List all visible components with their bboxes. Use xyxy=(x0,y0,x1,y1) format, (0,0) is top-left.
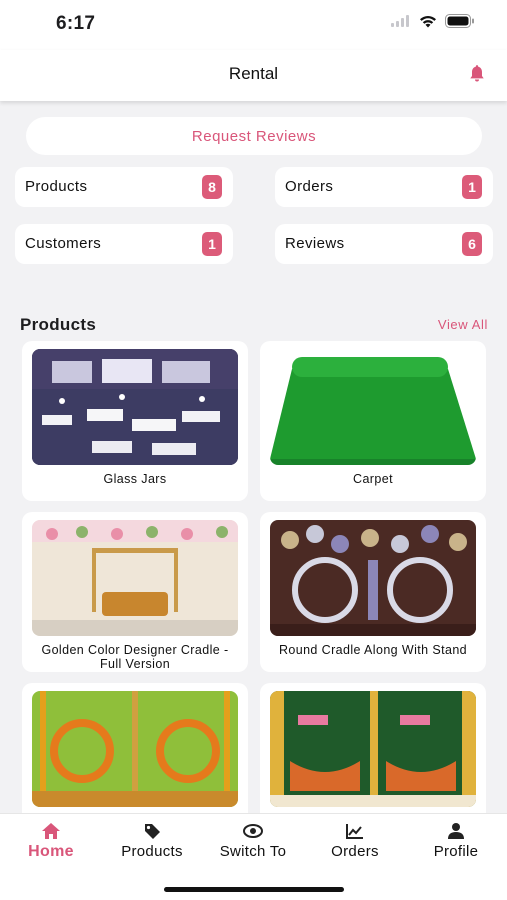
status-time: 6:17 xyxy=(56,13,96,34)
bell-icon[interactable] xyxy=(467,64,487,84)
tab-orders[interactable]: Orders xyxy=(305,822,405,870)
tab-profile[interactable]: Profile xyxy=(406,822,506,870)
tag-icon xyxy=(145,824,160,839)
tab-label: Products xyxy=(121,843,183,860)
product-image xyxy=(270,520,476,636)
product-image xyxy=(270,691,476,807)
status-bar: 6:17 xyxy=(0,0,507,50)
product-image xyxy=(32,349,238,465)
section-title: Products xyxy=(20,315,97,334)
chart-icon xyxy=(346,824,363,839)
battery-icon xyxy=(445,14,474,28)
request-reviews-label: Request Reviews xyxy=(191,127,317,145)
product-image xyxy=(32,520,238,636)
tab-switch-to[interactable]: Switch To xyxy=(203,822,303,870)
products-section-header: Products View All xyxy=(20,313,488,335)
product-card[interactable] xyxy=(22,683,248,813)
tab-label: Profile xyxy=(433,843,479,860)
stat-card-customers[interactable]: Customers 1 xyxy=(15,224,233,264)
stat-label: Reviews xyxy=(285,235,345,252)
app-header: Rental xyxy=(0,50,507,101)
product-name: Round Cradle Along With Stand xyxy=(278,643,468,657)
product-card[interactable]: Golden Color Designer Cradle - Full Vers… xyxy=(22,512,248,672)
stat-card-orders[interactable]: Orders 1 xyxy=(275,167,493,207)
stat-label: Products xyxy=(25,178,88,195)
tab-label: Orders xyxy=(331,843,379,860)
product-card[interactable]: Carpet xyxy=(260,341,486,501)
page-title: Rental xyxy=(228,64,279,83)
product-name: Golden Color Designer Cradle - Full Vers… xyxy=(41,643,229,671)
user-icon xyxy=(448,823,464,839)
count-badge: 1 xyxy=(462,175,482,199)
view-all-link[interactable]: View All xyxy=(438,317,488,332)
home-indicator xyxy=(164,887,344,892)
request-reviews-button[interactable]: Request Reviews xyxy=(26,117,482,155)
count-badge: 8 xyxy=(202,175,222,199)
home-icon xyxy=(42,823,60,839)
product-image xyxy=(32,691,238,807)
tab-label: Home xyxy=(28,843,74,860)
product-name: Carpet xyxy=(353,472,393,486)
stat-label: Orders xyxy=(285,178,334,195)
product-card[interactable] xyxy=(260,683,486,813)
wifi-icon xyxy=(420,15,436,27)
stat-card-reviews[interactable]: Reviews 6 xyxy=(275,224,493,264)
tab-products[interactable]: Products xyxy=(102,822,202,870)
product-grid: Glass Jars Carpet Golden Color Designer … xyxy=(22,341,486,813)
product-card[interactable]: Glass Jars xyxy=(22,341,248,501)
signal-icon xyxy=(391,15,409,27)
stat-card-products[interactable]: Products 8 xyxy=(15,167,233,207)
count-badge: 6 xyxy=(462,232,482,256)
status-icons xyxy=(391,14,475,28)
switch-icon xyxy=(243,824,263,838)
tab-label: Switch To xyxy=(219,843,287,860)
product-card[interactable]: Round Cradle Along With Stand xyxy=(260,512,486,672)
product-name: Glass Jars xyxy=(103,472,167,486)
count-badge: 1 xyxy=(202,232,222,256)
tab-home[interactable]: Home xyxy=(1,822,101,870)
product-image xyxy=(270,349,476,465)
stat-label: Customers xyxy=(25,235,102,252)
